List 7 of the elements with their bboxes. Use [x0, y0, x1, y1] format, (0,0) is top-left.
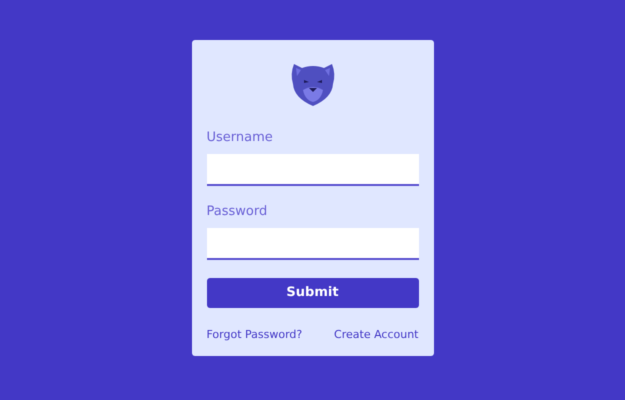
forgot-password-link[interactable]: Forgot Password?: [206, 327, 302, 344]
field-label: Username: [206, 130, 274, 146]
create-account-link[interactable]: Create Account: [334, 327, 418, 344]
field-label: Password: [206, 204, 268, 220]
input-field[interactable]: [206, 228, 418, 260]
submit-button[interactable]: Submit: [206, 278, 418, 308]
input-field[interactable]: [206, 154, 418, 186]
